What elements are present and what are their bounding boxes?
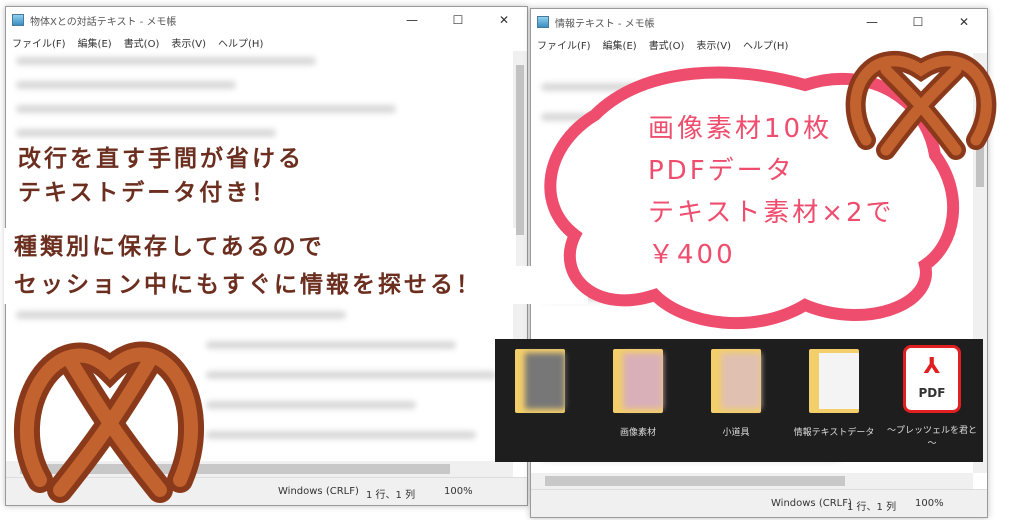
caption-line-4: セッション中にもすぐに情報を探せる！ <box>4 266 588 304</box>
horizontal-scrollbar[interactable] <box>531 473 973 489</box>
file-name: 画像素材 <box>619 428 656 438</box>
folder-item-text-data[interactable]: 情報テキストデータ <box>789 349 879 438</box>
file-explorer-panel: 画像素材 小道具 情報テキストデータ ⅄ PDF ～プレッツェルを君と～ <box>495 339 983 462</box>
maximize-button[interactable]: ☐ <box>895 15 941 29</box>
menu-format[interactable]: 書式(O) <box>124 35 160 50</box>
file-name: 小道具 <box>722 428 750 438</box>
eol-status: Windows (CRLF) <box>771 498 852 509</box>
notepad-icon <box>12 14 24 26</box>
file-name: ～プレッツェルを君と～ <box>887 426 978 449</box>
folder-icon <box>515 349 565 413</box>
folder-item-props[interactable]: 小道具 <box>691 349 781 438</box>
folder-icon <box>613 349 663 413</box>
maximize-button[interactable]: ☐ <box>435 13 481 27</box>
cloud-line-3: テキスト素材×2で <box>648 198 895 228</box>
pdf-item[interactable]: ⅄ PDF ～プレッツェルを君と～ <box>887 345 977 449</box>
caption-line-2: テキストデータ付き！ <box>8 174 288 212</box>
caption-line-1: 改行を直す手間が省ける <box>8 140 314 178</box>
folder-item[interactable] <box>495 349 585 425</box>
menu-help[interactable]: ヘルプ(H) <box>218 35 263 50</box>
close-button[interactable]: ✕ <box>481 13 527 27</box>
window-title: 情報テキスト - メモ帳 <box>555 18 655 30</box>
title-bar: 物体Xとの対話テキスト - メモ帳 — ☐ ✕ <box>6 7 527 33</box>
pdf-label: PDF <box>918 386 946 400</box>
menu-bar: ファイル(F) 編集(E) 書式(O) 表示(V) ヘルプ(H) <box>6 33 527 51</box>
cloud-line-4: ￥400 <box>648 240 736 270</box>
window-title: 物体Xとの対話テキスト - メモ帳 <box>30 16 177 28</box>
menu-edit[interactable]: 編集(E) <box>78 35 112 50</box>
status-bar: Windows (CRLF) 1 行、1 列 100% <box>531 489 987 517</box>
eol-status: Windows (CRLF) <box>278 486 359 497</box>
menu-view[interactable]: 表示(V) <box>171 35 206 50</box>
zoom-level: 100% <box>444 486 473 497</box>
folder-icon <box>711 349 761 413</box>
zoom-level: 100% <box>915 498 944 509</box>
minimize-button[interactable]: — <box>849 15 895 29</box>
folder-icon <box>809 349 859 413</box>
cursor-position: 1 行、1 列 <box>366 490 416 501</box>
menu-file[interactable]: ファイル(F) <box>12 35 66 50</box>
pretzel-icon <box>13 341 204 503</box>
minimize-button[interactable]: — <box>389 13 435 27</box>
pretzel-icon <box>845 50 997 160</box>
file-name: 情報テキストデータ <box>793 428 875 438</box>
notepad-icon <box>537 16 549 28</box>
folder-item-images[interactable]: 画像素材 <box>593 349 683 438</box>
cursor-position: 1 行、1 列 <box>847 502 897 513</box>
close-button[interactable]: ✕ <box>941 15 987 29</box>
caption-line-3: 種類別に保存してあるので <box>4 228 516 266</box>
pdf-icon: ⅄ PDF <box>903 345 961 413</box>
